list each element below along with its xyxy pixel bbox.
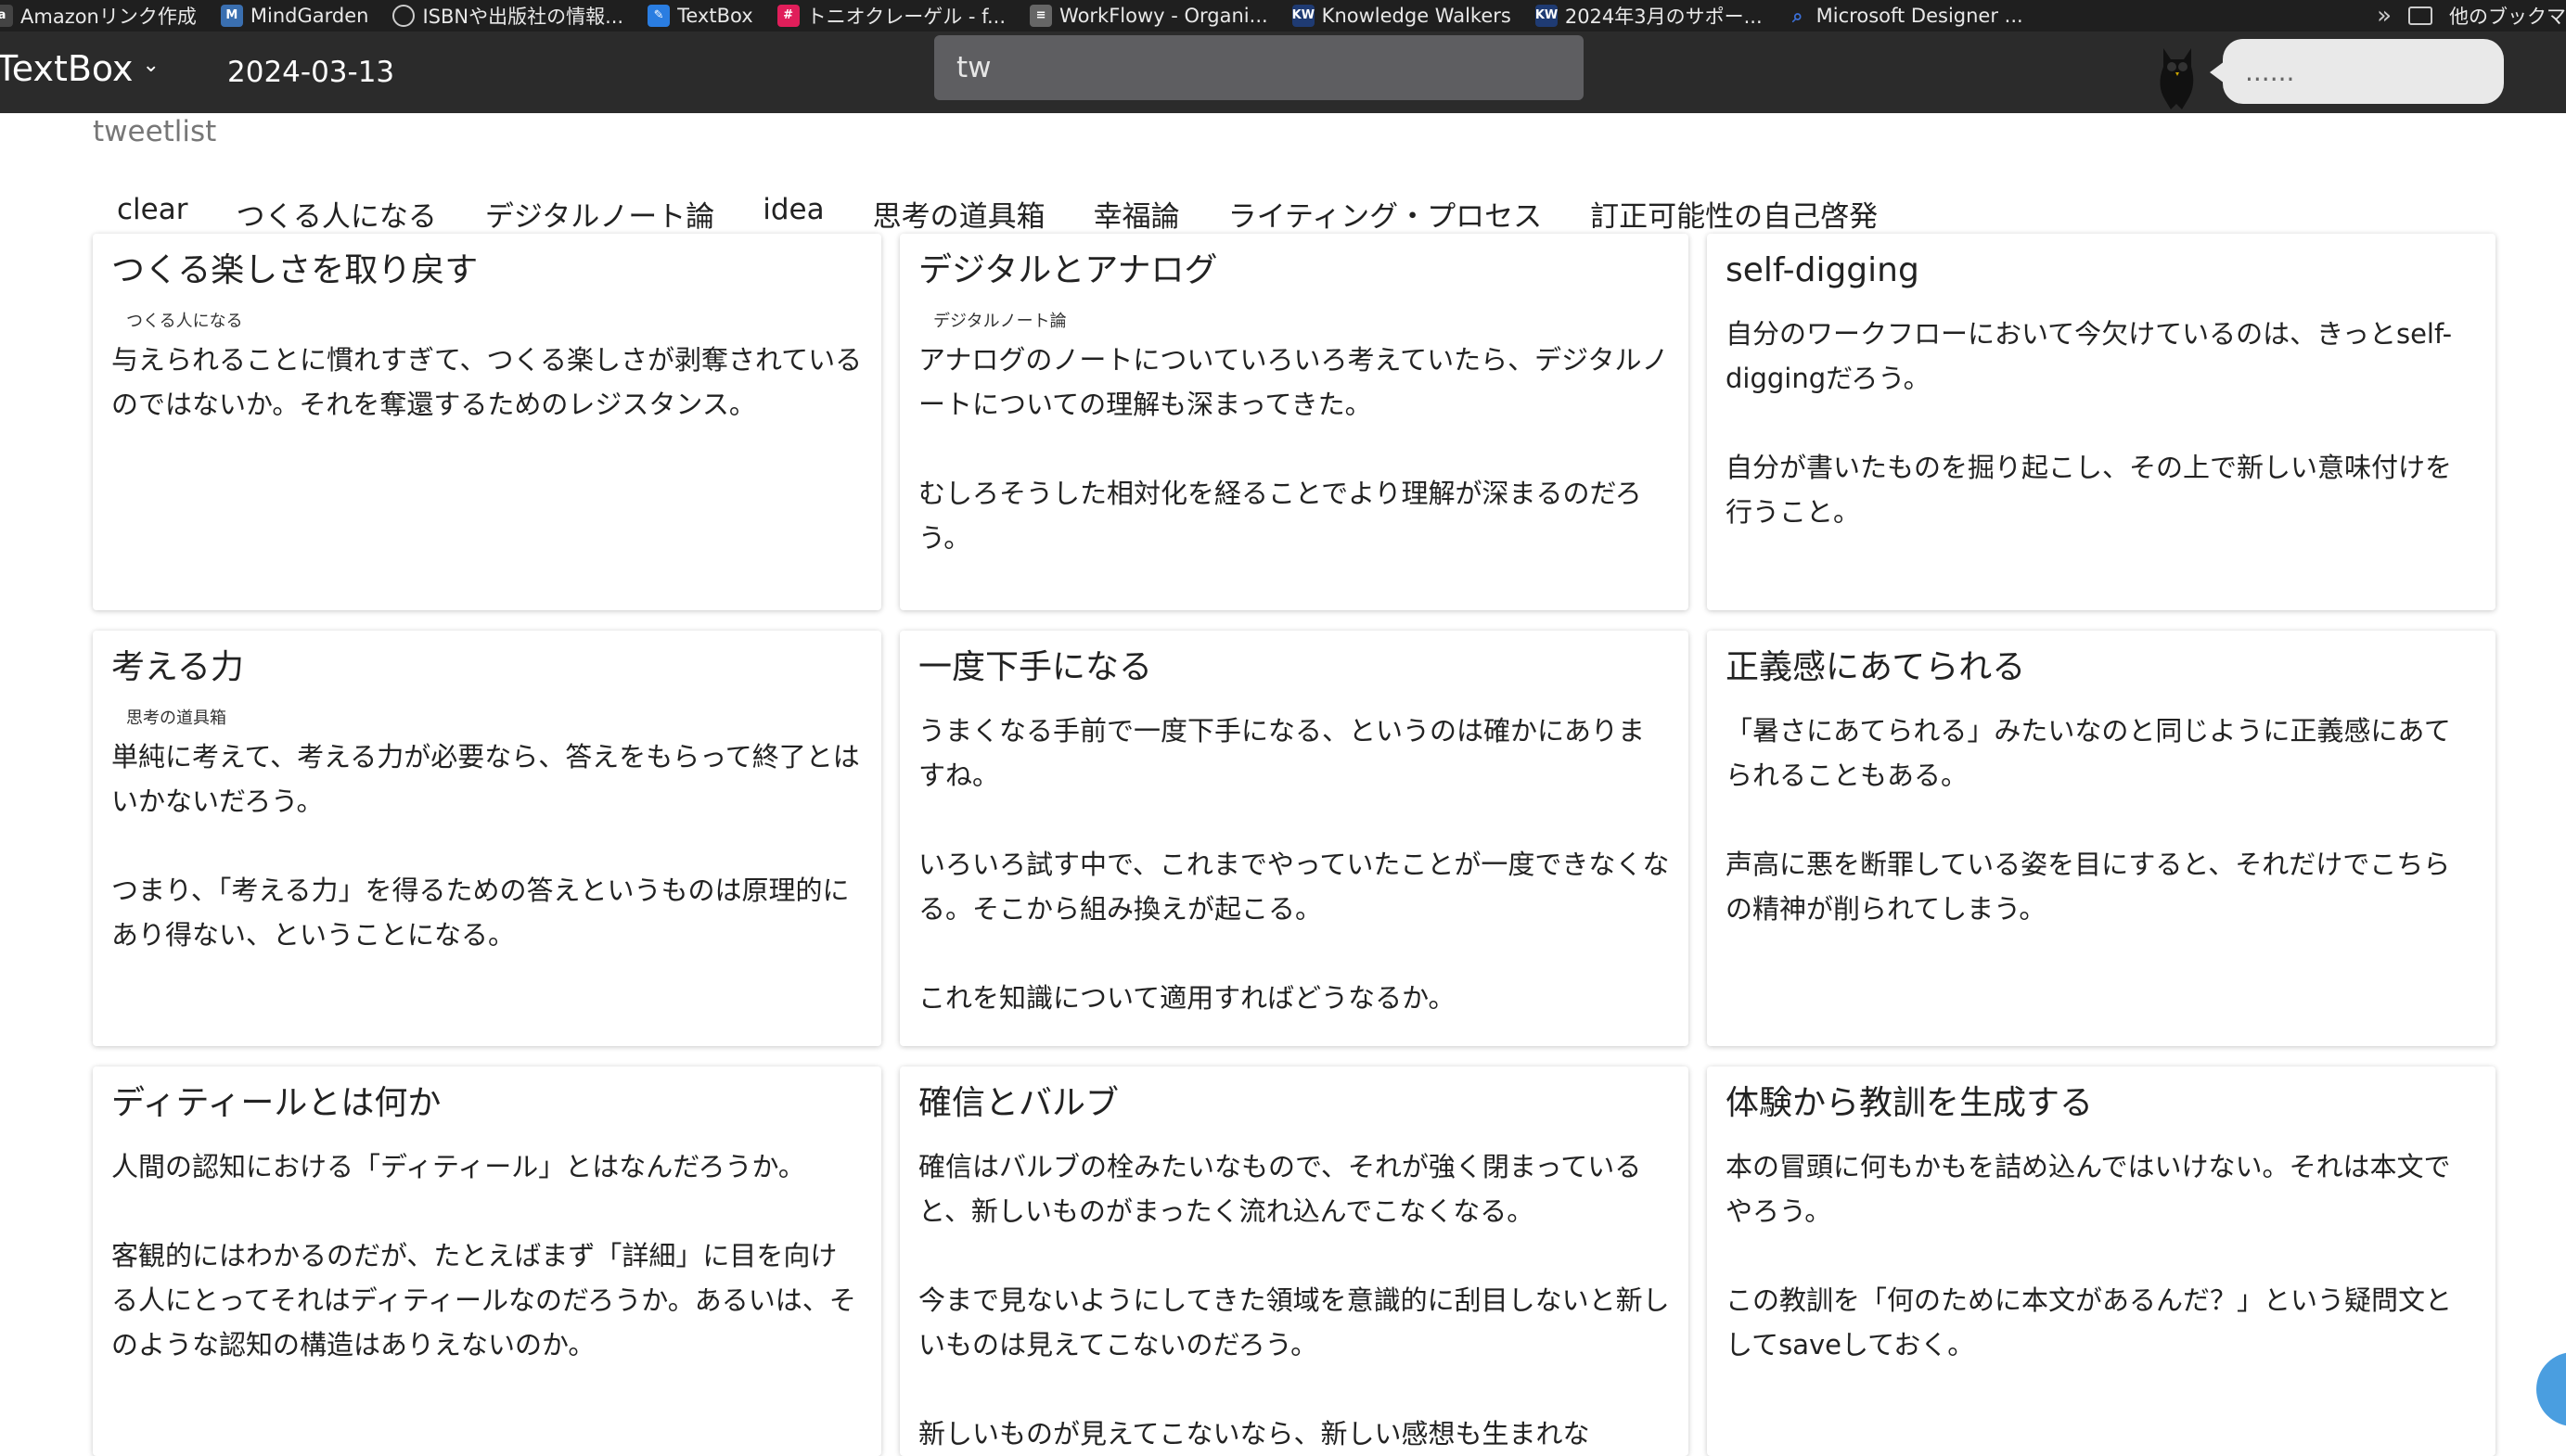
bookmark-item[interactable]: KW Knowledge Walkers: [1291, 5, 1511, 27]
chevron-down-icon: ⌄: [142, 53, 160, 77]
app-menu[interactable]: TextBox ⌄: [0, 48, 160, 89]
card-body: 「暑さにあてられる」みたいなのと同じように正義感にあてられることもある。 声高に…: [1726, 715, 2451, 925]
card-body: うまくなる手前で一度下手になる、というのは確かにありますね。 いろいろ試す中で、…: [918, 715, 1670, 1014]
card-body: 単純に考えて、考える力が必要なら、答えをもらって終了とはいかないだろう。 つまり…: [111, 741, 860, 951]
bookmark-item[interactable]: M MindGarden: [220, 5, 369, 27]
card-title: 一度下手になる: [918, 648, 1153, 686]
card-tag[interactable]: 思考の道具箱: [126, 707, 863, 731]
workflowy-icon: ≡: [1030, 5, 1053, 27]
card-tag[interactable]: つくる人になる: [126, 310, 863, 334]
card-title: 考える力: [111, 648, 244, 686]
folder-icon: [2408, 6, 2432, 25]
card-grid: つくる楽しさを取り戻す つくる人になる 与えられることに慣れすぎて、つくる楽しさ…: [93, 234, 2497, 1456]
tab-writing-process[interactable]: ライティング・プロセス: [1228, 193, 1543, 235]
tab-idea[interactable]: idea: [763, 193, 824, 235]
bookmark-label: Knowledge Walkers: [1321, 5, 1511, 27]
tweet-card[interactable]: 考える力 思考の道具箱 単純に考えて、考える力が必要なら、答えをもらって終了とは…: [93, 631, 881, 1046]
current-date: 2024-03-13: [227, 56, 395, 89]
card-tag[interactable]: デジタルノート論: [933, 310, 1670, 334]
kw-icon: KW: [1291, 5, 1315, 27]
card-title: self-digging: [1726, 251, 1919, 289]
card-body: 与えられることに慣れすぎて、つくる楽しさが剥奪されているのではないか。それを奪還…: [111, 344, 863, 420]
card-title: つくる楽しさを取り戻す: [111, 251, 479, 289]
search-input[interactable]: [934, 35, 1584, 100]
tweet-card[interactable]: 正義感にあてられる 「暑さにあてられる」みたいなのと同じように正義感にあてられる…: [1707, 631, 2495, 1046]
bookmark-item[interactable]: ⌕ Microsoft Designer ...: [1787, 5, 2023, 27]
bubble-text: ......: [2245, 56, 2295, 87]
floating-action-button[interactable]: [2536, 1352, 2566, 1426]
bookmark-label: トニオクレーゲル - f...: [806, 6, 1007, 28]
speech-bubble: ......: [2210, 39, 2504, 104]
tweet-card[interactable]: ディティールとは何か 人間の認知における「ディティール」とはなんだろうか。 客観…: [93, 1066, 881, 1456]
bookmark-label: WorkFlowy - Organi...: [1059, 5, 1268, 27]
bookmarks-bar: a Amazonリンク作成 M MindGarden ISBNや出版社の情報..…: [0, 0, 2566, 32]
bookmark-item[interactable]: KW 2024年3月のサポー...: [1534, 2, 1763, 30]
mindgarden-icon: M: [220, 5, 243, 27]
owl-icon[interactable]: [2145, 39, 2210, 109]
tab-thinking-tools[interactable]: 思考の道具箱: [873, 193, 1046, 235]
globe-icon: [392, 5, 416, 27]
card-title: 確信とバルブ: [918, 1084, 1120, 1122]
bookmark-label: 2024年3月のサポー...: [1564, 6, 1763, 28]
card-body: 人間の認知における「ディティール」とはなんだろうか。 客観的にはわかるのだが、た…: [111, 1151, 856, 1360]
card-title: 体験から教訓を生成する: [1726, 1084, 2094, 1122]
other-bookmarks-label[interactable]: 他のブックマ: [2449, 2, 2566, 30]
tweet-card[interactable]: デジタルとアナログ デジタルノート論 アナログのノートについていろいろ考えていた…: [900, 234, 1688, 610]
tweet-card[interactable]: つくる楽しさを取り戻す つくる人になる 与えられることに慣れすぎて、つくる楽しさ…: [93, 234, 881, 610]
bookmark-item[interactable]: ISBNや出版社の情報...: [392, 2, 623, 30]
app-name: TextBox: [0, 48, 134, 89]
bookmarks-overflow: » 他のブックマ: [2366, 0, 2566, 32]
bookmark-item[interactable]: # トニオクレーゲル - f...: [776, 2, 1007, 30]
chevron-double-right-icon[interactable]: »: [2377, 2, 2392, 30]
card-body: 自分のワークフローにおいて今欠けているのは、きっとself-diggingだろう…: [1726, 318, 2453, 528]
tab-happiness[interactable]: 幸福論: [1094, 193, 1180, 235]
page-title: tweetlist: [93, 115, 217, 148]
card-title: ディティールとは何か: [111, 1084, 442, 1122]
card-body: 本の冒頭に何もかもを詰め込んではいけない。それは本文でやろう。 この教訓を「何の…: [1726, 1151, 2453, 1360]
card-body: アナログのノートについていろいろ考えていたら、デジタルノートについての理解も深ま…: [918, 344, 1669, 554]
bookmark-label: Microsoft Designer ...: [1815, 5, 2023, 27]
bookmark-label: MindGarden: [250, 5, 369, 27]
bookmark-item[interactable]: ✎ TextBox: [648, 5, 753, 27]
tweet-card[interactable]: self-digging 自分のワークフローにおいて今欠けているのは、きっとse…: [1707, 234, 2495, 610]
slack-icon: #: [776, 5, 800, 27]
app-header: TextBox ⌄ 2024-03-13 ......: [0, 32, 2566, 113]
card-title: 正義感にあてられる: [1726, 648, 2026, 686]
tab-digital-note[interactable]: デジタルノート論: [485, 193, 714, 235]
bookmark-item[interactable]: ≡ WorkFlowy - Organi...: [1030, 5, 1268, 27]
search-icon: ⌕: [1792, 5, 1803, 27]
amazon-icon: a: [0, 5, 13, 27]
tag-tabs: clear つくる人になる デジタルノート論 idea 思考の道具箱 幸福論 ラ…: [117, 193, 1878, 235]
tweet-card[interactable]: 体験から教訓を生成する 本の冒頭に何もかもを詰め込んではいけない。それは本文でや…: [1707, 1066, 2495, 1456]
tab-clear[interactable]: clear: [117, 193, 187, 235]
textbox-icon: ✎: [648, 5, 671, 27]
tab-tsukuru[interactable]: つくる人になる: [236, 193, 436, 235]
bookmark-item[interactable]: a Amazonリンク作成: [0, 2, 197, 30]
tweet-card[interactable]: 確信とバルブ 確信はバルブの栓みたいなもので、それが強く閉まっていると、新しいも…: [900, 1066, 1688, 1456]
tweet-card[interactable]: 一度下手になる うまくなる手前で一度下手になる、というのは確かにありますね。 い…: [900, 631, 1688, 1046]
card-body: 確信はバルブの栓みたいなもので、それが強く閉まっていると、新しいものがまったく流…: [918, 1151, 1670, 1450]
bookmark-label: ISBNや出版社の情報...: [422, 6, 624, 28]
bookmark-label: TextBox: [677, 5, 753, 27]
card-title: デジタルとアナログ: [918, 251, 1218, 289]
tab-correctability[interactable]: 訂正可能性の自己啓発: [1590, 193, 1878, 235]
kw-icon: KW: [1534, 5, 1558, 27]
bookmark-label: Amazonリンク作成: [20, 6, 197, 28]
